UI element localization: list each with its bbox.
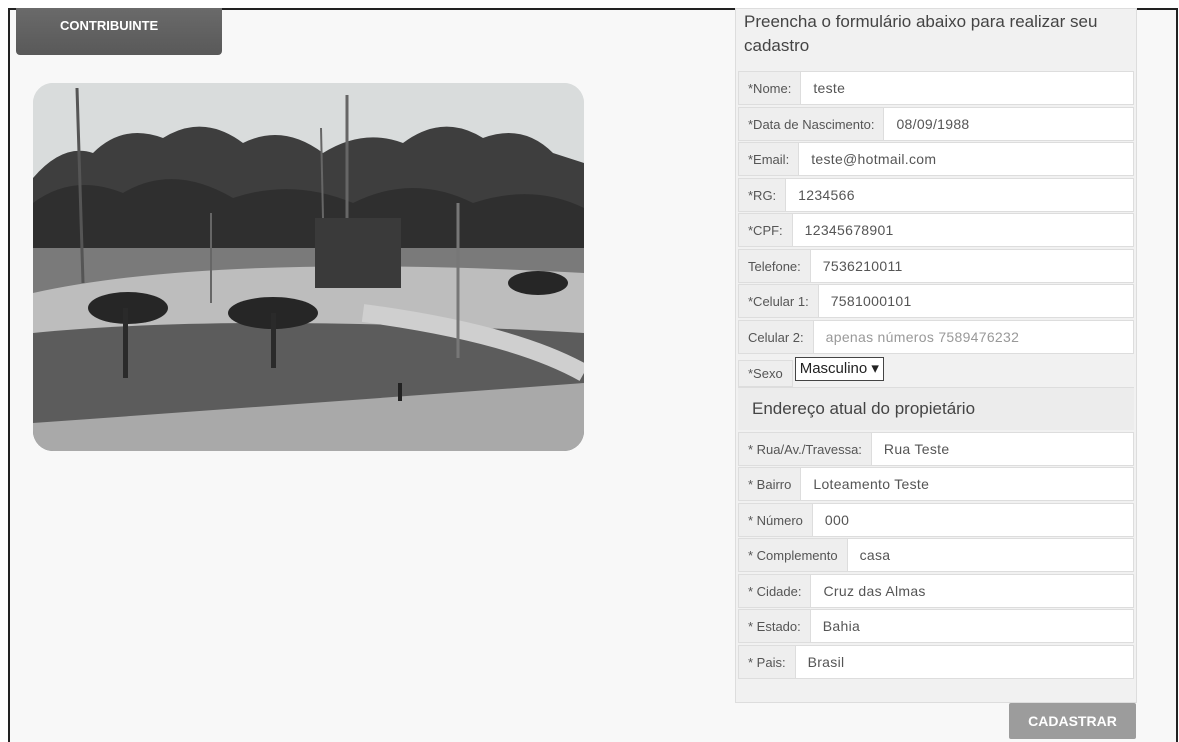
bairro-row[interactable]: * Bairro Loteamento Teste xyxy=(738,467,1134,501)
pais-row[interactable]: * Pais: Brasil xyxy=(738,645,1134,679)
celular2-input[interactable]: apenas números 7589476232 xyxy=(814,321,1032,353)
park-photo xyxy=(33,83,584,451)
frame-edge xyxy=(1176,8,1178,742)
sexo-label: *Sexo xyxy=(738,360,793,387)
celular1-label: *Celular 1: xyxy=(739,285,819,317)
cpf-input[interactable]: 12345678901 xyxy=(793,214,906,246)
complemento-label: * Complemento xyxy=(739,539,848,571)
estado-input[interactable]: Bahia xyxy=(811,610,872,642)
email-label: *Email: xyxy=(739,143,800,175)
rua-input[interactable]: Rua Teste xyxy=(872,433,961,465)
telefone-row[interactable]: Telefone: 7536210011 xyxy=(738,249,1134,283)
rg-row[interactable]: *RG: 1234566 xyxy=(738,178,1134,212)
complemento-input[interactable]: casa xyxy=(848,539,903,571)
bairro-label: * Bairro xyxy=(739,468,802,500)
rg-label: *RG: xyxy=(739,179,787,211)
contribuinte-tab[interactable]: CONTRIBUINTE xyxy=(16,8,222,55)
cadastrar-button[interactable]: CADASTRAR xyxy=(1009,703,1136,739)
estado-label: * Estado: xyxy=(739,610,811,642)
cpf-label: *CPF: xyxy=(739,214,793,246)
nome-row[interactable]: *Nome: teste xyxy=(738,71,1134,105)
cidade-row[interactable]: * Cidade: Cruz das Almas xyxy=(738,574,1134,608)
nome-label: *Nome: xyxy=(739,72,802,104)
celular1-input[interactable]: 7581000101 xyxy=(819,285,924,317)
pais-label: * Pais: xyxy=(739,646,796,678)
rg-input[interactable]: 1234566 xyxy=(786,179,867,211)
email-input[interactable]: teste@hotmail.com xyxy=(799,143,948,175)
complemento-row[interactable]: * Complemento casa xyxy=(738,538,1134,572)
address-section-title: Endereço atual do propietário xyxy=(738,387,1134,430)
cpf-row[interactable]: *CPF: 12345678901 xyxy=(738,213,1134,247)
estado-row[interactable]: * Estado: Bahia xyxy=(738,609,1134,643)
telefone-label: Telefone: xyxy=(739,250,811,282)
numero-input[interactable]: 000 xyxy=(813,504,861,536)
nascimento-row[interactable]: *Data de Nascimento: 08/09/1988 xyxy=(738,107,1134,141)
telefone-input[interactable]: 7536210011 xyxy=(811,250,915,282)
cidade-label: * Cidade: xyxy=(739,575,812,607)
sexo-row: *Sexo Masculino ▾ xyxy=(738,356,884,387)
bairro-input[interactable]: Loteamento Teste xyxy=(801,468,941,500)
nome-input[interactable]: teste xyxy=(801,72,857,104)
rua-label: * Rua/Av./Travessa: xyxy=(739,433,872,465)
rua-row[interactable]: * Rua/Av./Travessa: Rua Teste xyxy=(738,432,1134,466)
cidade-input[interactable]: Cruz das Almas xyxy=(811,575,937,607)
form-intro: Preencha o formulário abaixo para realiz… xyxy=(744,12,1098,55)
celular1-row[interactable]: *Celular 1: 7581000101 xyxy=(738,284,1134,318)
celular2-row[interactable]: Celular 2: apenas números 7589476232 xyxy=(738,320,1134,354)
email-row[interactable]: *Email: teste@hotmail.com xyxy=(738,142,1134,176)
celular2-label: Celular 2: xyxy=(739,321,814,353)
nascimento-label: *Data de Nascimento: xyxy=(739,108,885,140)
sexo-select[interactable]: Masculino ▾ xyxy=(794,356,884,381)
numero-label: * Número xyxy=(739,504,813,536)
numero-row[interactable]: * Número 000 xyxy=(738,503,1134,537)
nascimento-input[interactable]: 08/09/1988 xyxy=(884,108,981,140)
pais-input[interactable]: Brasil xyxy=(796,646,857,678)
